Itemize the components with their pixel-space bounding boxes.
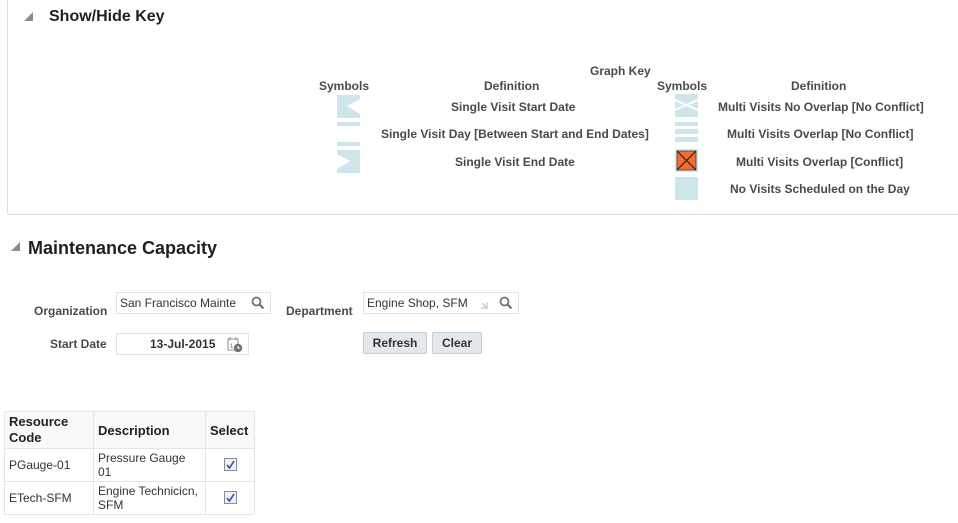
right-definition-4: No Visits Scheduled on the Day [730,182,910,196]
department-input[interactable]: Engine Shop, SFM [363,292,519,314]
search-icon[interactable] [499,296,513,310]
resize-handle-icon [481,302,488,309]
single-visit-end-icon [337,150,360,173]
svg-text:1: 1 [230,344,234,350]
description-cell: Engine Technicicn, SFM [93,481,206,515]
resources-table: Resource Code Description Select PGauge-0… [4,411,255,515]
single-visit-start-icon [337,95,360,118]
right-definition-3: Multi Visits Overlap [Conflict] [736,155,904,169]
left-definition-1: Single Visit Start Date [451,100,576,114]
description-cell: Pressure Gauge 01 [93,448,206,482]
multi-visit-no-overlap-icon [675,94,699,117]
check-icon [225,460,235,469]
multi-visit-symbols [675,94,699,200]
department-label: Department [286,304,353,318]
left-symbols-header: Symbols [319,79,370,93]
collapse-capacity-icon[interactable] [11,242,20,251]
select-header: Select [205,411,255,449]
calendar-icon[interactable]: 1 [227,336,243,353]
organization-input[interactable]: San Francisco Mainte [116,292,271,314]
start-date-input[interactable]: 13-Jul-2015 1 [116,333,249,355]
single-visit-symbols [337,95,360,173]
single-visit-day-icon [337,122,360,126]
table-row: PGauge-01 Pressure Gauge 01 [4,448,255,482]
collapse-key-icon[interactable] [24,12,33,21]
capacity-title[interactable]: Maintenance Capacity [28,238,217,259]
left-definition-3: Single Visit End Date [455,155,575,169]
resource-code-header: Resource Code [4,411,94,449]
resource-code-cell: PGauge-01 [4,448,94,482]
select-checkbox[interactable] [223,491,237,504]
left-definition-header: Definition [484,79,540,93]
start-date-value: 13-Jul-2015 [150,337,216,351]
organization-value: San Francisco Mainte [120,296,237,310]
right-definition-header: Definition [791,79,847,93]
table-header-row: Resource Code Description Select [4,411,255,449]
department-value: Engine Shop, SFM [367,296,468,310]
search-icon[interactable] [251,296,265,310]
clear-button[interactable]: Clear [432,332,482,354]
select-checkbox[interactable] [223,458,237,471]
right-symbols-header: Symbols [657,79,708,93]
resource-code-cell: ETech-SFM [4,481,94,515]
start-date-label: Start Date [50,337,107,351]
description-header: Description [93,411,206,449]
no-visit-icon [675,177,698,200]
key-panel-title[interactable]: Show/Hide Key [49,8,165,26]
multi-visit-conflict-icon [675,149,698,172]
refresh-button[interactable]: Refresh [363,332,427,354]
right-definition-2: Multi Visits Overlap [No Conflict] [727,127,914,141]
left-definition-2: Single Visit Day [Between Start and End … [381,127,649,141]
multi-visit-overlap-icon [675,122,698,142]
graph-key-title: Graph Key [590,64,651,78]
table-row: ETech-SFM Engine Technicicn, SFM [4,481,255,515]
select-cell [205,448,255,482]
right-definition-1: Multi Visits No Overlap [No Conflict] [718,100,924,114]
select-cell [205,481,255,515]
check-icon [225,493,235,502]
organization-label: Organization [34,304,108,318]
